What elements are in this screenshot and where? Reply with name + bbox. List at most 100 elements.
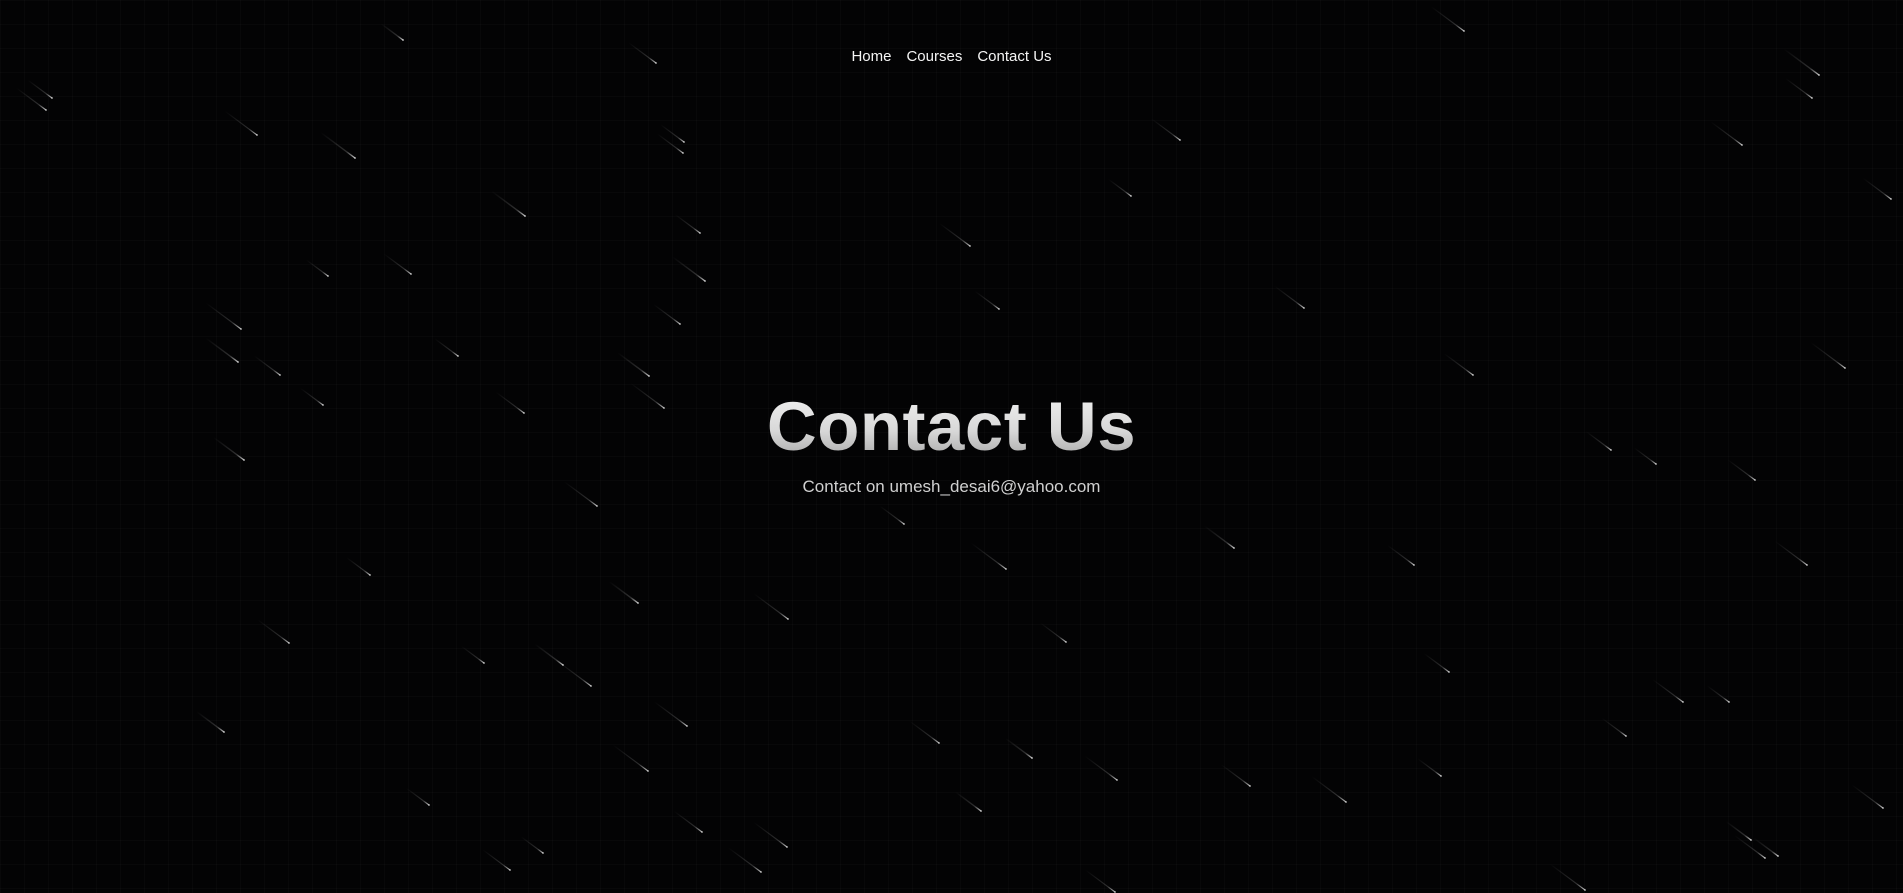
meteor-streak [1601,717,1627,737]
meteor-head [542,852,544,854]
meteor-streak [1220,763,1251,787]
meteor-streak [1430,6,1465,32]
meteor-streak [1039,622,1067,643]
meteor-head [1116,779,1118,781]
meteor-head [998,308,1000,310]
meteor-streak [656,133,684,154]
meteor-streak [673,810,703,833]
meteor-streak [1710,121,1743,146]
meteor-head [1303,307,1305,309]
meteor-head [596,505,598,507]
meteor-head [457,355,459,357]
meteor-head [1179,139,1181,141]
meteor-streak [1004,737,1033,759]
meteor-streak [1862,177,1892,200]
meteor-streak [752,821,788,848]
meteor-streak [1417,758,1442,777]
meteor-streak [482,849,511,871]
meteor-head [786,846,788,848]
meteor-streak [1273,285,1305,309]
meteor-head [562,664,564,666]
meteor-head [648,375,650,377]
meteor-head [1463,30,1465,32]
meteor-head [1811,97,1813,99]
meteor-head [647,770,649,772]
meteor-head [402,39,404,41]
meteor-head [701,831,703,833]
meteor-head [1777,855,1779,857]
meteor-streak [1150,117,1181,141]
meteor-streak [1810,341,1846,369]
meteor-head [1130,195,1132,197]
meteor-head [45,109,47,111]
meteor-head [1472,374,1474,376]
meteor-head [1682,701,1684,703]
meteor-streak [879,505,905,525]
meteor-head [1625,735,1627,737]
meteor-head [1249,785,1251,787]
meteor-streak [1725,820,1752,841]
meteor-head [1233,547,1235,549]
meteor-head [1448,671,1450,673]
meteor-streak [434,338,459,357]
meteor-streak [1851,784,1884,809]
meteor-head [327,275,329,277]
meteor-head [938,742,940,744]
meteor-head [1065,641,1067,643]
meteor-head [428,804,430,806]
meteor-streak [617,352,650,377]
meteor-streak [1734,834,1766,859]
meteor-streak [380,23,404,41]
meteor-streak [653,701,688,727]
meteor-streak [383,253,412,275]
meteor-streak [727,847,762,873]
meteor-streak [1423,652,1450,673]
meteor-streak [253,355,281,376]
meteor-head [1584,889,1586,891]
meteor-head [1764,857,1766,859]
meteor-streak [674,213,701,234]
meteor-streak [224,110,258,136]
nav-home-link[interactable]: Home [851,47,891,67]
meteor-head [1345,801,1347,803]
meteor-head [760,871,762,873]
nav-courses-link[interactable]: Courses [906,47,962,67]
meteor-streak [305,259,329,277]
meteor-streak [908,720,940,744]
main-navigation: Home Courses Contact Us [0,47,1903,67]
meteor-head [279,374,281,376]
meteor-streak [346,557,371,576]
meteor-streak [1549,863,1586,891]
meteor-streak [671,255,706,282]
contact-hero: Contact Us Contact on umesh_desai6@yahoo… [0,388,1903,498]
meteor-head [354,157,356,159]
meteor-streak [1203,525,1235,549]
meteor-head [1844,367,1846,369]
meteor-streak [1784,77,1813,99]
meteor-streak [1311,775,1347,803]
contact-email-text: Contact on umesh_desai6@yahoo.com [802,477,1101,496]
meteor-head [686,725,688,727]
meteor-streak [556,660,592,687]
meteor-head [980,810,982,812]
meteor-streak [1774,540,1808,566]
nav-contact-us-link[interactable]: Contact Us [977,47,1051,67]
meteor-streak [195,711,225,733]
meteor-head [288,642,290,644]
meteor-head [679,323,681,325]
meteor-streak [460,645,485,664]
meteor-head [637,602,639,604]
contact-page: Home Courses Contact Us Contact Us Conta… [0,0,1903,893]
meteor-head [1440,775,1442,777]
meteor-streak [954,791,982,812]
meteor-head [969,245,971,247]
meteor-head [369,574,371,576]
meteor-streak [1084,755,1118,781]
meteor-head [590,685,592,687]
meteor-head [1031,757,1033,759]
meteor-streak [319,131,356,159]
meteor-head [1728,701,1730,703]
meteor-streak [612,744,649,772]
meteor-streak [520,836,544,854]
meteor-head [1890,198,1892,200]
